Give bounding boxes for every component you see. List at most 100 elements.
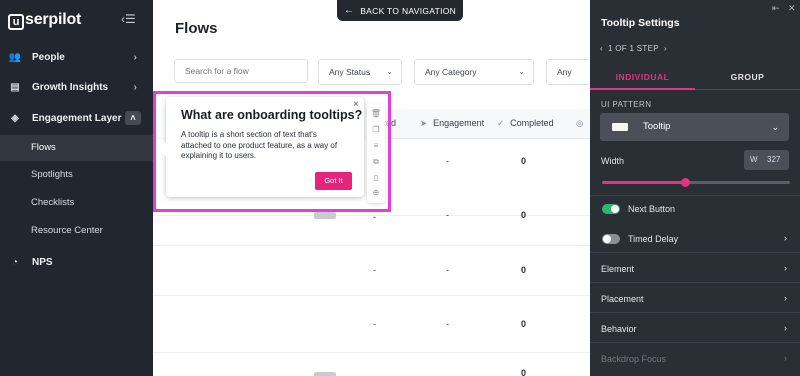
column-label: Completed	[510, 118, 554, 128]
sidebar-item-flows[interactable]: Flows	[0, 135, 153, 161]
started-cell: -	[373, 319, 376, 329]
chevron-right-icon: ›	[133, 81, 137, 93]
sidebar-item-engagement-layer[interactable]: ◈ Engagement Layer ˄	[0, 105, 153, 131]
engagement-cell: -	[446, 210, 449, 220]
row-divider	[153, 295, 590, 296]
chevron-left-icon[interactable]: ‹	[600, 44, 603, 53]
chevron-down-icon: ⌄	[518, 67, 525, 76]
timed-delay-toggle[interactable]	[602, 234, 620, 244]
next-button-toggle[interactable]	[602, 204, 620, 214]
started-cell: -	[373, 265, 376, 275]
collapse-panel-icon[interactable]: ⇤	[772, 3, 780, 14]
chevron-up-icon[interactable]: ˄	[125, 111, 141, 125]
column-header-engagement[interactable]: ➤ Engagement	[420, 118, 484, 129]
tooltip-pattern-icon	[612, 123, 628, 131]
sidebar-item-checklists[interactable]: Checklists	[0, 190, 153, 216]
completed-cell: 0	[521, 319, 527, 329]
engagement-cell: -	[446, 319, 449, 329]
sidebar: u serpilot ‹☰ 👥 People › ▤ Growth Insight…	[0, 0, 153, 376]
layers-icon: ◈	[11, 112, 19, 124]
started-cell: -	[373, 212, 376, 222]
chevron-right-icon[interactable]: ›	[784, 233, 787, 243]
got-it-button[interactable]: Got It	[315, 172, 352, 190]
ui-pattern-value: Tooltip	[643, 121, 671, 132]
row-divider	[153, 245, 590, 246]
collapse-sidebar-icon[interactable]: ‹☰	[121, 12, 136, 26]
category-filter-value: Any Category	[425, 67, 477, 77]
segment-filter-value: Any Segm	[557, 67, 572, 77]
delete-icon[interactable]: 🗑	[367, 109, 385, 118]
chart-icon: ▤	[10, 81, 20, 93]
segment-filter[interactable]: Any Segm	[546, 59, 590, 85]
back-nav-label: BACK TO NAVIGATION	[360, 5, 457, 16]
send-icon: ➤	[420, 118, 428, 128]
section-placement[interactable]: Placement	[601, 294, 644, 304]
panel-title: Tooltip Settings	[601, 17, 680, 29]
divider	[590, 342, 800, 343]
target-icon[interactable]: ⊕	[367, 188, 385, 197]
completed-cell: 0	[521, 156, 527, 166]
width-slider-handle[interactable]	[680, 178, 690, 187]
section-backdrop-focus[interactable]: Backdrop Focus	[601, 354, 666, 364]
divider	[590, 282, 800, 283]
divider	[590, 252, 800, 253]
chevron-right-icon[interactable]: ›	[664, 44, 667, 53]
column-label: Engagement	[433, 118, 485, 128]
width-value: 327	[767, 155, 781, 164]
status-filter[interactable]: Any Status ⌄	[318, 59, 402, 85]
status-toggle[interactable]	[314, 372, 336, 376]
category-filter[interactable]: Any Category ⌄	[414, 59, 534, 85]
sidebar-item-spotlights[interactable]: Spotlights	[0, 162, 153, 188]
width-slider[interactable]	[602, 178, 790, 187]
back-to-navigation-button[interactable]: ← BACK TO NAVIGATION	[337, 0, 463, 21]
list-icon[interactable]: ≡	[367, 141, 385, 150]
section-behavior[interactable]: Behavior	[601, 324, 637, 334]
people-icon: 👥	[8, 51, 22, 63]
logo-text: serpilot	[25, 11, 82, 28]
tab-group[interactable]: GROUP	[695, 66, 800, 90]
logo[interactable]: u serpilot	[8, 11, 81, 30]
tooltip-body[interactable]: A tooltip is a short section of text tha…	[181, 130, 347, 162]
nps-icon: ◔	[11, 256, 19, 268]
tooltip-pointer	[158, 141, 167, 157]
sidebar-item-nps[interactable]: ◔ NPS	[0, 249, 153, 275]
sidebar-item-label: NPS	[32, 256, 53, 268]
ui-pattern-select[interactable]: Tooltip ⌄	[600, 113, 789, 141]
chevron-right-icon[interactable]: ›	[784, 353, 787, 363]
duplicate-icon[interactable]: ⧉	[367, 157, 385, 167]
search-input[interactable]	[174, 59, 308, 83]
status-toggle[interactable]	[314, 212, 336, 219]
status-filter-value: Any Status	[329, 67, 371, 77]
tab-individual[interactable]: INDIVIDUAL	[590, 66, 695, 90]
step-navigator[interactable]: ‹ 1 OF 1 STEP ›	[600, 44, 667, 53]
chevron-down-icon: ⌄	[771, 122, 779, 132]
target-icon: ◎	[576, 118, 584, 128]
sidebar-item-growth-insights[interactable]: ▤ Growth Insights ›	[0, 74, 153, 100]
engagement-cell: -	[446, 265, 449, 275]
width-label: Width	[601, 156, 625, 166]
tooltip-title[interactable]: What are onboarding tooltips?	[181, 108, 362, 122]
chevron-right-icon[interactable]: ›	[784, 293, 787, 303]
chevron-right-icon[interactable]: ›	[784, 263, 787, 273]
page-title: Flows	[175, 20, 218, 37]
section-element[interactable]: Element	[601, 264, 634, 274]
column-header-completed[interactable]: ✓ Completed	[497, 118, 554, 129]
logo-mark: u	[8, 14, 24, 30]
width-input[interactable]: W 327	[744, 150, 789, 170]
tooltip-toolbar: 🗑 ❐ ≡ ⧉ ▯ ⊕	[367, 104, 385, 203]
chevron-right-icon[interactable]: ›	[784, 323, 787, 333]
sidebar-item-label: People	[32, 51, 65, 63]
close-icon[interactable]: ✕	[788, 3, 796, 14]
chevron-down-icon: ⌄	[386, 67, 393, 76]
toggle-knob	[611, 205, 619, 213]
copy-icon[interactable]: ❐	[367, 125, 385, 134]
sidebar-item-label: Engagement Layer	[32, 112, 122, 124]
sidebar-item-label: Growth Insights	[32, 81, 109, 93]
arrow-left-icon: ←	[343, 5, 355, 16]
row-divider	[153, 352, 590, 353]
sidebar-item-people[interactable]: 👥 People ›	[0, 44, 153, 70]
bookmark-icon[interactable]: ▯	[367, 173, 385, 182]
sidebar-item-resource-center[interactable]: Resource Center	[0, 218, 153, 244]
close-icon[interactable]: ×	[353, 99, 359, 110]
width-slider-fill	[602, 181, 685, 184]
